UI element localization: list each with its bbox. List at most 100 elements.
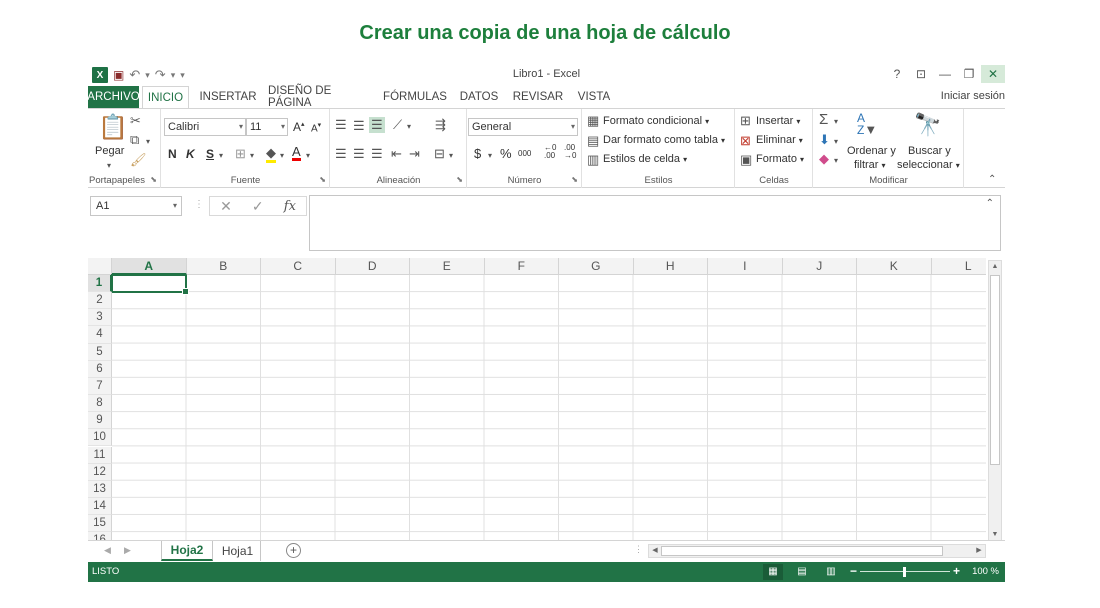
format-cells-button[interactable]: Formato ▾: [756, 153, 804, 165]
bold-button[interactable]: N: [168, 147, 177, 161]
paste-icon[interactable]: 📋: [98, 115, 128, 141]
row-header-9[interactable]: 9: [88, 412, 112, 430]
row-header-16[interactable]: 16: [88, 532, 112, 540]
prev-sheet-icon[interactable]: ◀: [104, 545, 111, 556]
row-header-6[interactable]: 6: [88, 360, 112, 378]
align-center-icon[interactable]: ☰: [353, 147, 365, 161]
horizontal-scroll-thumb[interactable]: [661, 546, 943, 556]
sort-filter-icon[interactable]: A Z▼: [857, 112, 877, 136]
sign-in-link[interactable]: Iniciar sesión: [941, 90, 1005, 102]
column-header-d[interactable]: D: [335, 258, 410, 275]
tab-datos[interactable]: DATOS: [457, 86, 501, 108]
font-color-icon[interactable]: A: [292, 145, 301, 161]
fill-color-icon[interactable]: ◆: [266, 146, 276, 163]
fill-icon[interactable]: ⬇: [819, 133, 830, 147]
cancel-icon[interactable]: ✕: [220, 198, 232, 215]
row-header-15[interactable]: 15: [88, 515, 112, 533]
orientation-icon[interactable]: ⟋: [393, 118, 402, 132]
align-left-icon[interactable]: ☰: [335, 147, 347, 161]
cell-styles-button[interactable]: Estilos de celda ▾: [603, 153, 687, 165]
increase-indent-icon[interactable]: ⇥: [409, 147, 420, 161]
tab-formulas[interactable]: FÓRMULAS: [382, 86, 448, 108]
tab-revisar[interactable]: REVISAR: [512, 86, 564, 108]
row-header-4[interactable]: 4: [88, 326, 112, 344]
italic-button[interactable]: K: [186, 147, 195, 161]
formula-bar-grip[interactable]: ⋮: [194, 199, 204, 210]
tab-vista[interactable]: VISTA: [573, 86, 615, 108]
cells-area[interactable]: [112, 275, 986, 540]
scroll-right-icon[interactable]: ▶: [973, 545, 985, 557]
select-all-corner[interactable]: [88, 258, 112, 275]
currency-dropdown-icon[interactable]: ▾: [488, 149, 492, 163]
tab-inicio[interactable]: INICIO: [142, 86, 189, 109]
collapse-formula-bar-icon[interactable]: ⌃: [986, 198, 994, 209]
portapapeles-launcher-icon[interactable]: ⬊: [150, 175, 157, 184]
tab-split-grip-icon[interactable]: ⋮: [634, 544, 643, 555]
paste-dropdown-icon[interactable]: ▾: [107, 159, 111, 173]
vertical-scrollbar[interactable]: ▲ ▼: [988, 260, 1002, 542]
page-layout-view-icon[interactable]: ▤: [792, 564, 812, 580]
scroll-up-icon[interactable]: ▲: [989, 261, 1001, 273]
next-sheet-icon[interactable]: ▶: [124, 545, 131, 556]
clear-icon[interactable]: ◆: [819, 152, 829, 166]
column-header-b[interactable]: B: [186, 258, 261, 275]
column-header-e[interactable]: E: [410, 258, 485, 275]
ribbon-display-options-button[interactable]: ⊡: [909, 65, 933, 83]
zoom-out-button[interactable]: −: [850, 564, 857, 578]
font-color-dropdown-icon[interactable]: ▾: [306, 149, 310, 163]
orientation-dropdown-icon[interactable]: ▾: [407, 120, 411, 134]
vertical-scroll-thumb[interactable]: [990, 275, 1000, 465]
row-header-10[interactable]: 10: [88, 429, 112, 447]
tab-archivo[interactable]: ARCHIVO: [87, 86, 140, 108]
sort-filter-button[interactable]: Ordenar y: [847, 145, 896, 157]
numero-launcher-icon[interactable]: ⬊: [571, 175, 578, 184]
close-button[interactable]: ✕: [981, 65, 1005, 83]
align-right-icon[interactable]: ☰: [371, 147, 383, 161]
zoom-slider-thumb[interactable]: [903, 567, 906, 577]
align-top-icon[interactable]: ☰: [335, 118, 347, 132]
borders-icon[interactable]: ⊞: [235, 147, 246, 161]
column-header-c[interactable]: C: [261, 258, 336, 275]
sheet-tab-hoja1[interactable]: Hoja1: [215, 541, 261, 561]
format-as-table-button[interactable]: Dar formato como tabla ▾: [603, 134, 725, 146]
clear-dropdown-icon[interactable]: ▾: [834, 154, 838, 168]
font-name-select[interactable]: Calibri ▾: [164, 118, 246, 136]
underline-dropdown-icon[interactable]: ▾: [219, 149, 223, 163]
row-header-7[interactable]: 7: [88, 377, 112, 396]
row-header-8[interactable]: 8: [88, 395, 112, 413]
find-select-button[interactable]: Buscar y: [908, 145, 951, 157]
normal-view-icon[interactable]: ▦: [763, 564, 783, 580]
increase-font-button[interactable]: A▴: [293, 120, 305, 134]
zoom-percent[interactable]: 100 %: [972, 566, 999, 577]
font-size-select[interactable]: 11 ▾: [246, 118, 288, 136]
merge-center-icon[interactable]: ⊟: [434, 147, 445, 161]
row-header-1[interactable]: 1: [88, 275, 112, 293]
minimize-button[interactable]: —: [933, 65, 957, 83]
decrease-decimal-button[interactable]: .00 →0: [564, 144, 576, 160]
column-header-f[interactable]: F: [484, 258, 559, 275]
name-box[interactable]: A1 ▾: [90, 196, 182, 216]
add-sheet-button[interactable]: +: [286, 543, 301, 558]
zoom-in-button[interactable]: +: [953, 564, 960, 578]
decrease-indent-icon[interactable]: ⇤: [391, 147, 402, 161]
row-header-12[interactable]: 12: [88, 463, 112, 481]
borders-dropdown-icon[interactable]: ▾: [250, 149, 254, 163]
enter-icon[interactable]: ✓: [252, 198, 264, 215]
copy-dropdown-icon[interactable]: ▾: [146, 135, 150, 149]
find-select-icon[interactable]: 🔭: [914, 113, 941, 137]
insert-function-icon[interactable]: fx: [284, 199, 296, 214]
fill-dropdown-icon[interactable]: ▾: [834, 135, 838, 149]
column-header-a[interactable]: A: [112, 258, 187, 275]
formula-input[interactable]: ⌃: [309, 195, 1001, 251]
cut-icon[interactable]: ✂: [130, 114, 141, 128]
help-button[interactable]: ?: [885, 65, 909, 83]
fill-color-dropdown-icon[interactable]: ▾: [280, 149, 284, 163]
fuente-launcher-icon[interactable]: ⬊: [319, 175, 326, 184]
row-header-3[interactable]: 3: [88, 309, 112, 327]
decrease-font-button[interactable]: A▾: [311, 121, 321, 134]
alineacion-launcher-icon[interactable]: ⬊: [456, 175, 463, 184]
delete-cells-button[interactable]: Eliminar ▾: [756, 134, 803, 146]
find-select-button-line2[interactable]: seleccionar ▾: [897, 159, 960, 171]
column-header-i[interactable]: I: [708, 258, 783, 275]
sort-filter-button-line2[interactable]: filtrar ▾: [854, 159, 886, 171]
